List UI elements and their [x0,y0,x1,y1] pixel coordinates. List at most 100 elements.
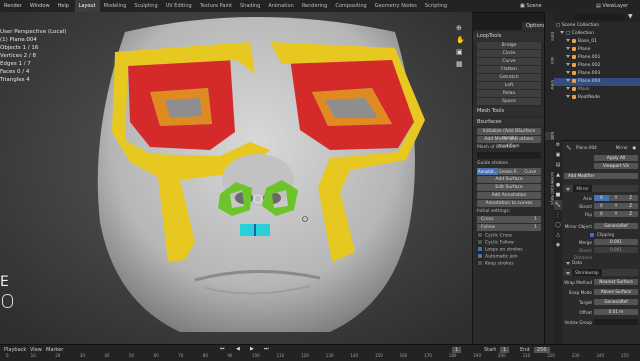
looptools-header[interactable]: LoopTools [473,32,545,41]
mirror-object-field[interactable]: GenesisRef [594,223,638,229]
looptools-bridge[interactable]: Bridge [477,42,541,49]
pan-icon[interactable]: ✋ [456,34,468,46]
outliner-row[interactable]: Plane [554,46,640,54]
view-layer-selector[interactable]: ▤ ViewLayer [596,0,628,12]
looptools-loft[interactable]: Loft [477,82,541,89]
physics-tab-icon[interactable]: ◯ [554,220,562,230]
loops-on-strokes-checkbox[interactable]: Loops on strokes [473,246,545,253]
initialize-bsurface-button[interactable]: Initialize (Add BSurface mesh) [477,128,541,141]
looptools-curve[interactable]: Curve [477,58,541,65]
looptools-gstretch[interactable]: Gstretch [477,74,541,81]
guide-tab-grease-pencil[interactable]: Grease P... [498,168,520,175]
outliner-row-selected[interactable]: Plane.004 [554,78,640,86]
keep-strokes-checkbox[interactable]: Keep strokes [473,260,545,267]
workspace-tab-layout[interactable]: Layout [74,0,100,12]
automatic-join-checkbox[interactable]: Automatic join [473,253,545,260]
material-tab-icon[interactable]: ◉ [554,240,562,250]
apply-all-button[interactable]: Apply All [594,155,638,161]
filter-icon[interactable]: ▼ [628,13,633,20]
play-reverse-icon[interactable]: ◀ [236,346,240,352]
object-tab-icon[interactable]: ■ [554,190,562,200]
jump-end-icon[interactable]: ⏭ [264,346,269,352]
tool-tab-icon[interactable]: ⚙ [554,140,562,150]
cyclic-follow-checkbox[interactable]: Cyclic Follow [473,239,545,246]
outliner-row[interactable]: □ Collection [554,30,640,38]
workspace-tab-scripting[interactable]: Scripting [421,0,451,12]
flip-x-toggle[interactable]: X [594,211,609,217]
annotation-to-curves-button[interactable]: Annotation to curves [477,200,541,207]
wrap-method-dropdown[interactable]: Nearest Surface [594,279,638,285]
add-modifier-button[interactable]: Add Modifier [564,173,638,179]
guide-tab-curve[interactable]: Curve [519,168,541,175]
add-surface-button[interactable]: Add Surface [477,176,541,183]
looptools-circle[interactable]: Circle [477,50,541,57]
outliner-row[interactable]: □ Scene Collection [554,22,640,30]
menu-help[interactable]: Help [54,0,73,12]
add-mirror-button[interactable]: Add Mirror and others modifiers [477,136,541,149]
menu-render[interactable]: Render [0,0,26,12]
workspace-tab-modeling[interactable]: Modeling [100,0,131,12]
outliner-row[interactable]: Plane.002 [554,62,640,70]
workspace-tab-uv-editing[interactable]: UV Editing [162,0,196,12]
world-tab-icon[interactable]: ● [554,180,562,190]
workspace-tab-rendering[interactable]: Rendering [298,0,332,12]
workspace-tab-animation[interactable]: Animation [264,0,298,12]
data-tab-icon[interactable]: △ [554,230,562,240]
guide-tab-annotation[interactable]: Annotat... [477,168,499,175]
outliner-row[interactable]: Base_01 [554,38,640,46]
bisect-z-toggle[interactable]: Z [623,203,638,209]
modifier-tab-icon[interactable]: 🔧 [554,200,562,210]
data-subpanel[interactable]: Data [564,259,638,266]
render-tab-icon[interactable]: ▣ [554,150,562,160]
offset-field[interactable]: 0.01 m [594,309,638,315]
clipping-row[interactable]: Clipping [564,231,638,238]
target-field[interactable]: GenesisRef [594,299,638,305]
modifier-menu-label[interactable]: Mirror [616,144,628,151]
outliner-row[interactable]: Plane.003 [554,70,640,78]
cross-field[interactable]: Cross 1 [477,216,541,223]
follow-field[interactable]: Follow 1 [477,224,541,231]
camera-icon[interactable]: ▣ [456,46,468,58]
flip-y-toggle[interactable]: Y [609,211,624,217]
mirror-name-field[interactable]: Mirror [573,185,592,192]
zoom-icon[interactable]: ⊕ [456,22,468,34]
merge-field[interactable]: 0.001 [594,239,638,245]
timeline[interactable]: Playback View Marker ⏮ ◀ ▶ ⏭ 1 Start 1 E… [0,344,640,361]
looptools-space[interactable]: Space [477,98,541,105]
bisect-x-toggle[interactable]: X [594,203,609,209]
workspace-tab-texture-paint[interactable]: Texture Paint [196,0,236,12]
clipping-checkbox[interactable]: Clipping [588,231,614,238]
workspace-tab-compositing[interactable]: Compositing [331,0,370,12]
looptools-relax[interactable]: Relax [477,90,541,97]
bsurfaces-header[interactable]: Bsurfaces [473,118,545,127]
outliner-row[interactable]: Plane.001 [554,54,640,62]
jump-start-icon[interactable]: ⏮ [220,346,225,352]
3d-viewport[interactable]: User Perspective (Local) (1) Plane.004 O… [0,12,472,344]
workspace-tab-shading[interactable]: Shading [236,0,264,12]
shrinkwrap-modifier-header[interactable]: Shrinkwrap [564,269,638,276]
axis-z-toggle[interactable]: Z [623,195,638,201]
mesh-tools-header[interactable]: Mesh Tools [473,107,545,116]
looptools-flatten[interactable]: Flatten [477,66,541,73]
axis-x-toggle[interactable]: X [594,195,609,201]
add-annotation-button[interactable]: Add Annotation [477,192,541,199]
vertex-group-field[interactable] [594,319,638,325]
flip-z-toggle[interactable]: Z [623,211,638,217]
outliner-row[interactable]: Mask [554,86,640,94]
grid-icon[interactable]: ▦ [456,58,468,70]
mesh-of-bsurface-field[interactable] [477,152,541,159]
snap-mode-dropdown[interactable]: Above Surface [594,289,638,295]
outliner-row[interactable]: RootNode [554,94,640,102]
menu-window[interactable]: Window [26,0,54,12]
axis-y-toggle[interactable]: Y [609,195,624,201]
particles-tab-icon[interactable]: ⋮ [554,210,562,220]
output-tab-icon[interactable]: ▤ [554,160,562,170]
pin-icon[interactable]: ● [632,144,636,151]
scene-selector[interactable]: ▣ Scene [520,0,542,12]
bisect-y-toggle[interactable]: Y [609,203,624,209]
bisect-distance-field[interactable]: 0.001 [594,247,638,253]
cyclic-cross-checkbox[interactable]: Cyclic Cross [473,232,545,239]
mirror-modifier-header[interactable]: Mirror [564,185,638,192]
viewport-vis-button[interactable]: Viewport Vis [594,163,638,169]
workspace-tab-sculpting[interactable]: Sculpting [130,0,161,12]
